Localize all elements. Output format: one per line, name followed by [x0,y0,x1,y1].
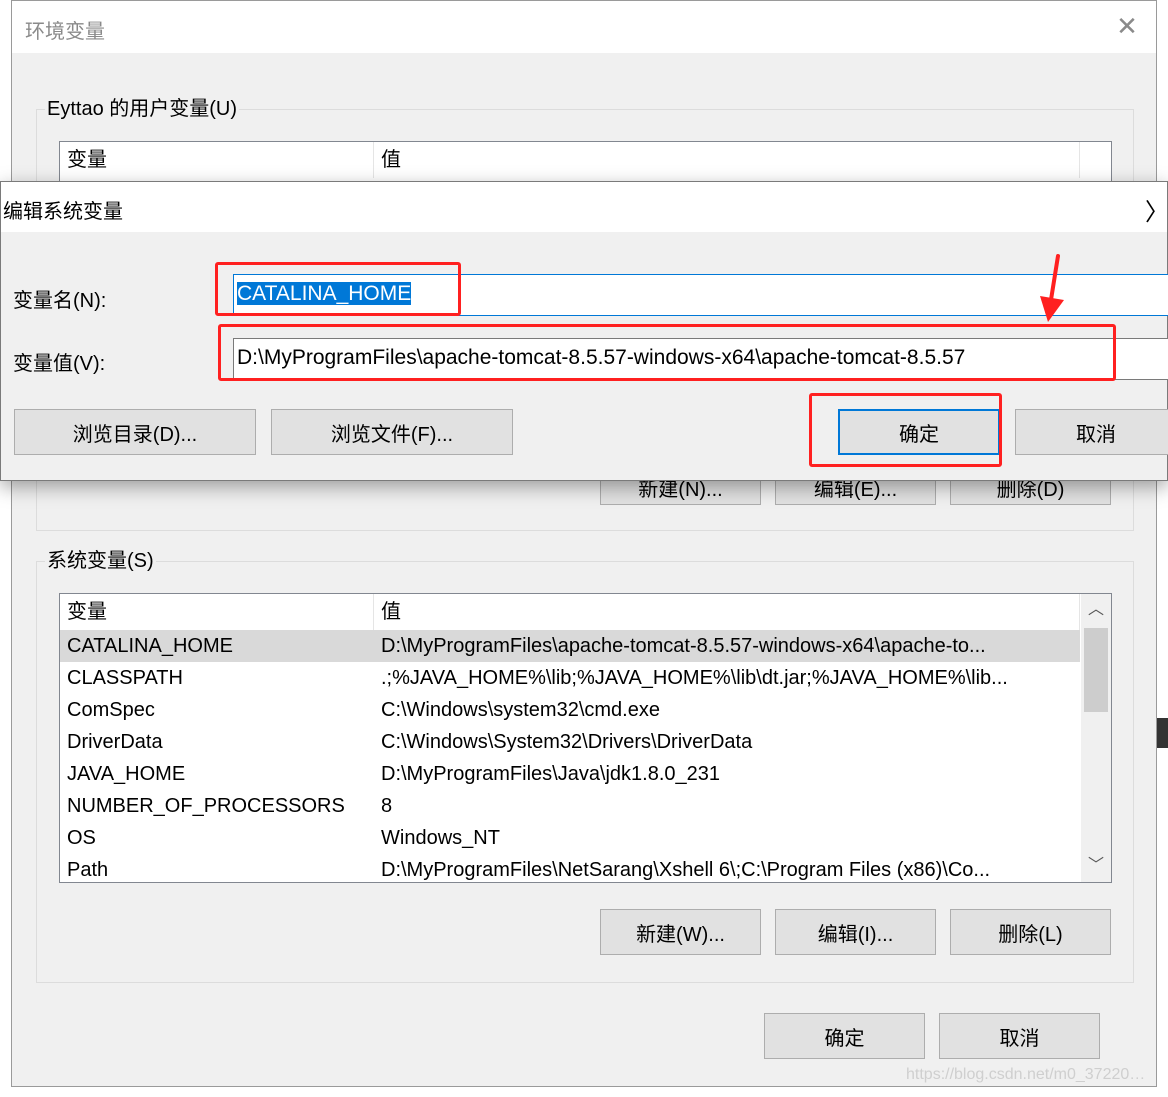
var-value: C:\Windows\system32\cmd.exe [381,699,660,721]
var-name: DriverData [67,731,163,753]
system-new-button[interactable]: 新建(W)... [600,909,761,955]
table-row[interactable]: DriverData C:\Windows\System32\Drivers\D… [60,726,1080,758]
variable-value-label: 变量值(V): [13,353,106,375]
column-header-variable[interactable]: 变量 [60,142,374,178]
var-name: ComSpec [67,699,155,721]
env-vars-titlebar: 环境变量 ✕ [12,1,1156,53]
var-name: CATALINA_HOME [67,635,233,657]
edit-dialog-titlebar: 编辑系统变量 〉 [1,182,1168,232]
variable-name-input[interactable]: CATALINA_HOME [233,274,1168,316]
annotation-arrow-icon [1040,254,1064,322]
edit-cancel-button[interactable]: 取消 [1015,409,1168,455]
var-value: D:\MyProgramFiles\NetSarang\Xshell 6\;C:… [381,859,991,881]
background-window-edge [1157,718,1168,748]
system-vars-group: 系统变量(S) 变量 值 CATALINA_HOME D:\MyProgramF… [36,548,1134,983]
var-name: JAVA_HOME [67,763,186,785]
selected-text: CATALINA_HOME [237,282,412,305]
system-vars-header: 变量 值 [60,594,1080,630]
close-icon[interactable]: 〉 [1145,192,1168,227]
var-value: D:\MyProgramFiles\Java\jdk1.8.0_231 [381,763,721,785]
var-value: 8 [381,795,393,817]
var-name: CLASSPATH [67,667,183,689]
env-cancel-button[interactable]: 取消 [939,1013,1100,1059]
user-vars-label: Eyttao 的用户变量(U) [45,96,240,122]
close-icon[interactable]: ✕ [1114,13,1140,39]
env-vars-title: 环境变量 [25,21,105,43]
edit-dialog-title: 编辑系统变量 [3,201,123,223]
edit-ok-button[interactable]: 确定 [838,409,1000,455]
system-edit-button[interactable]: 编辑(I)... [775,909,936,955]
table-row[interactable]: CATALINA_HOME D:\MyProgramFiles\apache-t… [60,630,1080,662]
var-value: Windows_NT [381,827,500,849]
user-vars-header: 变量 值 [60,142,1080,178]
table-row[interactable]: Path D:\MyProgramFiles\NetSarang\Xshell … [60,854,1080,882]
scroll-up-icon[interactable]: ︿ [1081,596,1111,624]
system-vars-rows: CATALINA_HOME D:\MyProgramFiles\apache-t… [60,630,1080,882]
table-row[interactable]: ComSpec C:\Windows\system32\cmd.exe [60,694,1080,726]
column-header-variable[interactable]: 变量 [60,594,374,630]
var-value: .;%JAVA_HOME%\lib;%JAVA_HOME%\lib\dt.jar… [381,667,1008,689]
system-delete-button[interactable]: 删除(L) [950,909,1111,955]
env-vars-window: 环境变量 ✕ Eyttao 的用户变量(U) 变量 值 新建(N)... 编辑(… [11,0,1157,1087]
var-value: C:\Windows\System32\Drivers\DriverData [381,731,753,753]
variable-value-input[interactable]: D:\MyProgramFiles\apache-tomcat-8.5.57-w… [233,338,1168,380]
browse-file-button[interactable]: 浏览文件(F)... [271,409,513,455]
column-header-value[interactable]: 值 [374,142,1080,178]
system-vars-list[interactable]: 变量 值 CATALINA_HOME D:\MyProgramFiles\apa… [59,593,1112,883]
env-ok-button[interactable]: 确定 [764,1013,925,1059]
column-header-value[interactable]: 值 [374,594,1080,630]
table-row[interactable]: OS Windows_NT [60,822,1080,854]
var-name: NUMBER_OF_PROCESSORS [67,795,345,817]
table-row[interactable]: CLASSPATH .;%JAVA_HOME%\lib;%JAVA_HOME%\… [60,662,1080,694]
var-value: D:\MyProgramFiles\apache-tomcat-8.5.57-w… [381,635,986,657]
scroll-down-icon[interactable]: ﹀ [1081,852,1111,880]
table-row[interactable]: JAVA_HOME D:\MyProgramFiles\Java\jdk1.8.… [60,758,1080,790]
edit-system-variable-dialog: 编辑系统变量 〉 变量名(N): CATALINA_HOME 变量值(V): D… [0,181,1168,481]
browse-directory-button[interactable]: 浏览目录(D)... [14,409,256,455]
var-name: Path [67,859,109,881]
vertical-scrollbar[interactable]: ︿ ﹀ [1081,594,1111,882]
var-name: OS [67,827,96,849]
watermark-text: https://blog.csdn.net/m0_37220… [906,1066,1146,1083]
system-vars-label: 系统变量(S) [45,548,156,574]
table-row[interactable]: NUMBER_OF_PROCESSORS 8 [60,790,1080,822]
scrollbar-thumb[interactable] [1084,628,1108,712]
variable-name-label: 变量名(N): [13,290,107,312]
